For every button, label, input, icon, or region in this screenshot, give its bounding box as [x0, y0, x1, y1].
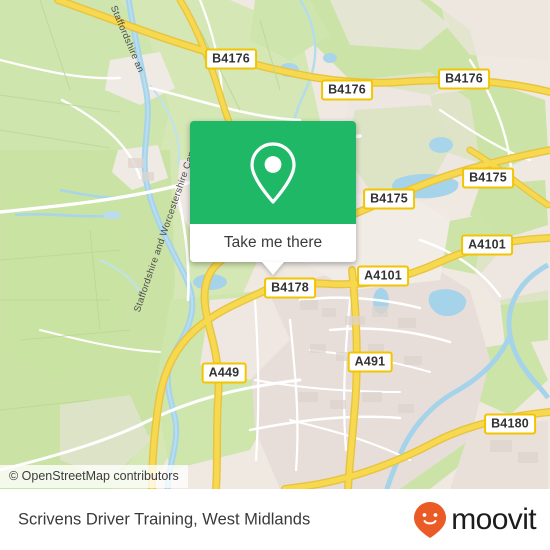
road-shield-a4101-east[interactable]: A4101 [461, 234, 513, 256]
location-popup-card[interactable]: Take me there [190, 121, 356, 275]
osm-attribution[interactable]: © OpenStreetMap contributors [0, 465, 188, 488]
moovit-brand[interactable]: moovit [413, 501, 537, 539]
road-shield-a4101-west[interactable]: A4101 [357, 265, 409, 287]
road-shield-b4178[interactable]: B4178 [264, 277, 316, 299]
road-shield-b4176-west[interactable]: B4176 [205, 48, 257, 70]
moovit-smiley-pin-icon [414, 501, 447, 538]
popup-header [190, 121, 356, 224]
road-shield-b4176-east[interactable]: B4176 [438, 68, 490, 90]
road-shield-b4175-west[interactable]: B4175 [363, 188, 415, 210]
footer-bar: Scrivens Driver Training, West Midlands … [0, 489, 550, 550]
take-me-there-label: Take me there [223, 234, 323, 251]
road-shield-a449[interactable]: A449 [201, 362, 247, 384]
map-pin-icon [250, 141, 296, 204]
road-shield-b4176-mid[interactable]: B4176 [321, 79, 373, 101]
road-shield-b4180[interactable]: B4180 [484, 413, 536, 435]
popup-pointer [262, 262, 284, 275]
take-me-there-button[interactable]: Take me there [190, 224, 356, 275]
place-title: Scrivens Driver Training, West Midlands [18, 510, 311, 528]
map-canvas[interactable]: Staffordshire an Staffordshire and Worce… [0, 0, 550, 489]
road-shield-a491[interactable]: A491 [347, 351, 393, 373]
moovit-wordmark: moovit [451, 502, 536, 536]
moovit-map-screenshot: Staffordshire an Staffordshire and Worce… [0, 0, 550, 550]
road-shield-b4175-east[interactable]: B4175 [462, 167, 514, 189]
